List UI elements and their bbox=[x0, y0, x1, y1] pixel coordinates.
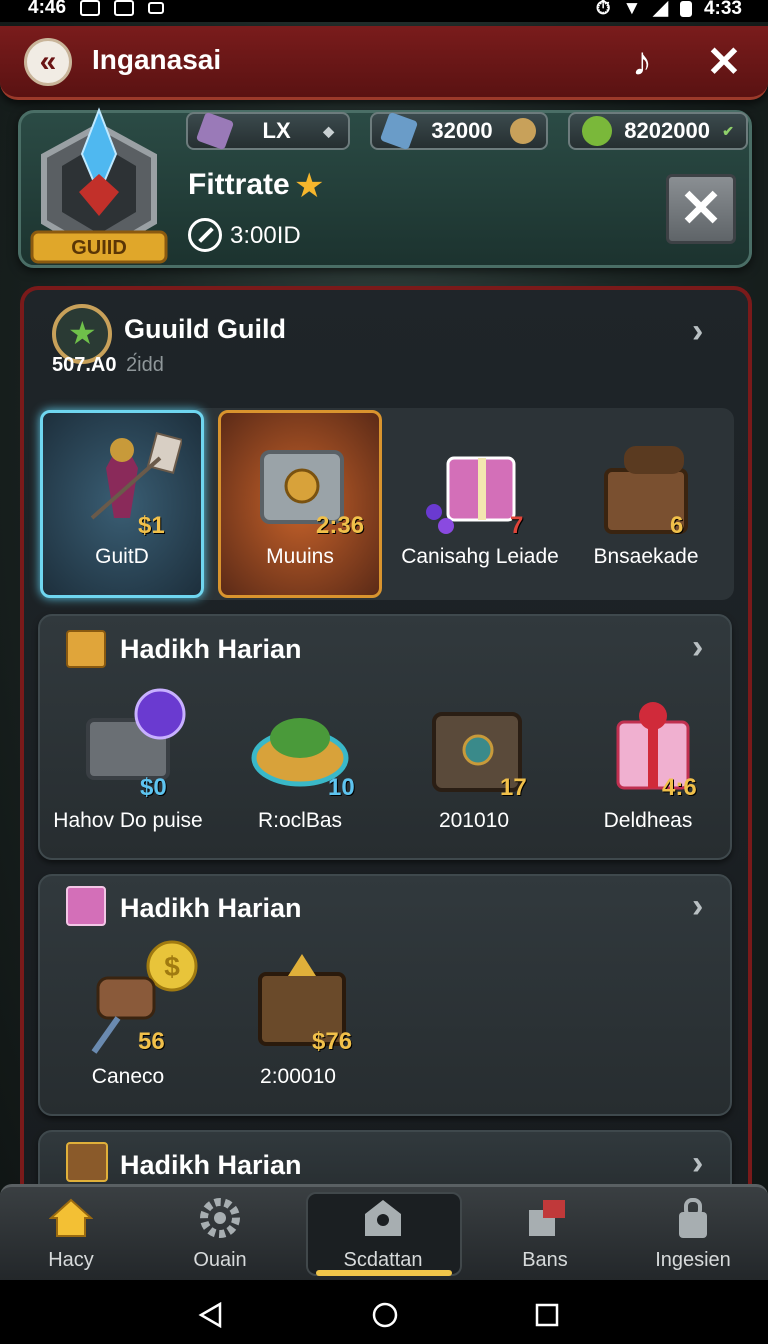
item-badge: 10 bbox=[328, 774, 355, 801]
back-button[interactable]: « bbox=[24, 38, 72, 86]
orb-chest-icon bbox=[86, 688, 186, 780]
page-title: Inganasai bbox=[92, 44, 222, 75]
status-time: 4:46 bbox=[28, 0, 67, 18]
pink-gift-icon bbox=[426, 456, 516, 534]
signal-icon: ◢ bbox=[653, 0, 668, 19]
chevron-right-icon[interactable]: › bbox=[692, 628, 703, 667]
item-badge: 2:36 bbox=[316, 512, 365, 539]
item-label: R:oclBas bbox=[257, 809, 343, 832]
timer-icon bbox=[188, 218, 222, 252]
nav-item-lock[interactable]: Ingesien bbox=[618, 1190, 768, 1276]
guild-name: Fittrate bbox=[188, 168, 290, 201]
music-note-icon: ♪ bbox=[632, 40, 652, 84]
item-label: Hahov Do puise bbox=[53, 809, 203, 832]
nav-item-settings[interactable]: Ouain bbox=[145, 1190, 295, 1276]
close-icon: ✕ bbox=[706, 38, 742, 85]
double-chevron-left-icon: « bbox=[39, 45, 57, 78]
item-badge: $1 bbox=[138, 512, 165, 539]
resource-value: 32000 bbox=[431, 118, 493, 143]
guild-emblem[interactable]: GUIID bbox=[24, 104, 174, 276]
guild-section-sublabel: 2́idd bbox=[126, 354, 164, 376]
status-time-right: 4:33 bbox=[703, 0, 742, 19]
resource-gems[interactable]: 32000 bbox=[370, 111, 548, 151]
item-label: 2:00010 bbox=[260, 1065, 336, 1088]
nav-item-shop[interactable]: Scdattan bbox=[308, 1190, 458, 1276]
android-nav-bar bbox=[0, 1284, 768, 1344]
section-title: Hadikh Harian bbox=[120, 893, 302, 923]
leaf-star-icon: ★ bbox=[68, 315, 97, 351]
lock-icon bbox=[679, 1198, 707, 1238]
back-triangle-icon[interactable] bbox=[198, 1302, 224, 1328]
home-circle-icon[interactable] bbox=[371, 1301, 399, 1329]
leaf-gem-icon bbox=[577, 111, 617, 151]
item-badge: $76 bbox=[312, 1028, 353, 1055]
section-title: Hadikh Harian bbox=[120, 634, 302, 664]
chevron-right-icon[interactable]: › bbox=[692, 887, 703, 926]
gem-icon bbox=[379, 111, 419, 151]
chevron-right-icon[interactable]: › bbox=[692, 312, 703, 351]
section-title: Hadikh Harian bbox=[120, 1150, 302, 1180]
item-badge: 6 bbox=[670, 512, 684, 539]
svg-text:$: $ bbox=[164, 951, 180, 982]
chevron-down-icon: ✔ bbox=[722, 122, 734, 139]
flag-icon bbox=[529, 1200, 565, 1236]
gear-icon bbox=[200, 1198, 240, 1238]
item-label: Muuins bbox=[266, 545, 334, 568]
guild-warrior-icon bbox=[90, 431, 182, 520]
resource-value: LX bbox=[262, 118, 291, 143]
camera-icon bbox=[114, 0, 135, 16]
music-button[interactable]: ♪ bbox=[620, 40, 664, 84]
item-badge: 4:6 bbox=[662, 774, 697, 801]
gift-box-icon bbox=[66, 886, 106, 926]
nav-label: Bans bbox=[522, 1249, 568, 1271]
star-icon: ★ bbox=[294, 167, 325, 205]
notification-icon bbox=[80, 0, 101, 16]
item-label: GuitD bbox=[95, 545, 149, 568]
panel-close-button[interactable]: ✕ bbox=[666, 174, 736, 244]
item-label: 201010 bbox=[438, 809, 510, 832]
close-button[interactable]: ✕ bbox=[702, 40, 746, 84]
nav-label: Ingesien bbox=[655, 1249, 731, 1271]
item-label: Deldheas bbox=[603, 809, 693, 832]
alarm-icon: ⏱ bbox=[595, 0, 611, 19]
nav-item-home[interactable]: Hacy bbox=[0, 1190, 146, 1276]
resource-leaves[interactable]: 8202000 ✔ bbox=[568, 111, 748, 151]
item-badge: 56 bbox=[138, 1028, 165, 1055]
wifi-icon: ▼ bbox=[622, 0, 642, 19]
nav-item-flags[interactable]: Bans bbox=[470, 1190, 620, 1276]
nav-label: Scdattan bbox=[343, 1249, 423, 1271]
chevron-right-icon[interactable]: › bbox=[692, 1144, 703, 1183]
resource-value: 8202000 bbox=[624, 118, 710, 143]
status-bar: 4:46 ⏱ ▼ ◢ 4:33 bbox=[0, 0, 768, 22]
nav-label: Hacy bbox=[48, 1249, 94, 1271]
item-badge: 7 bbox=[510, 512, 524, 539]
item-badge: 17 bbox=[500, 774, 527, 801]
item-label: Canisahg Leiade bbox=[401, 545, 559, 568]
diamond-small-icon: ◆ bbox=[323, 122, 334, 139]
resource-crystals[interactable]: LX ◆ bbox=[186, 111, 350, 151]
home-icon bbox=[48, 1198, 94, 1237]
timer-text: 3:00ID bbox=[230, 222, 301, 249]
emblem-label: GUIID bbox=[71, 237, 127, 259]
message-icon bbox=[148, 2, 165, 14]
chest-icon bbox=[66, 1142, 108, 1182]
guild-section-value: 507.A0 bbox=[52, 354, 117, 376]
battery-icon bbox=[679, 0, 692, 17]
item-label: Caneco bbox=[91, 1065, 165, 1088]
item-label: Bnsaekade bbox=[593, 545, 699, 568]
nav-label: Ouain bbox=[193, 1249, 247, 1271]
close-icon: ✕ bbox=[679, 180, 723, 238]
recents-square-icon[interactable] bbox=[534, 1302, 560, 1328]
envelope-icon bbox=[66, 630, 106, 668]
crystal-icon bbox=[195, 111, 235, 151]
shop-icon bbox=[365, 1200, 401, 1236]
item-badge: $0 bbox=[140, 774, 167, 801]
coin-icon bbox=[510, 118, 536, 144]
guild-section-title: Guuild Guild bbox=[124, 314, 286, 344]
